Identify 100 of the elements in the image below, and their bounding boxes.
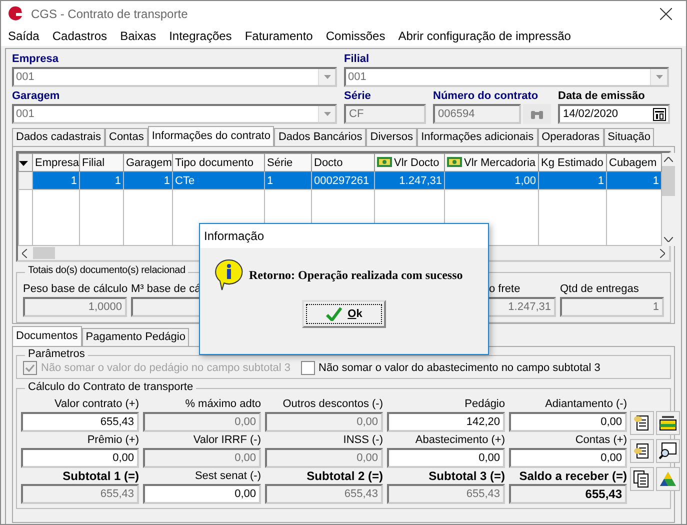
field-label: Qtd de entregas	[560, 282, 640, 297]
amount-field[interactable]: 0,00	[509, 448, 627, 468]
field-label: Série	[344, 89, 372, 104]
dropdown-arrow-icon	[324, 112, 330, 116]
series-field[interactable]: CF	[344, 104, 426, 124]
column-header[interactable]: Cubagem	[606, 154, 662, 172]
column-header[interactable]: Vlr Mercadoria	[444, 154, 538, 172]
table-cell: 1.247,31	[374, 172, 444, 190]
ok-button[interactable]: Ok	[302, 300, 386, 328]
menu-item[interactable]: Abrir configuração de impressão	[398, 29, 571, 43]
document-hand-icon	[633, 414, 651, 432]
table-cell: 1	[32, 172, 80, 190]
close-icon[interactable]	[660, 8, 672, 20]
column-header[interactable]: Série	[264, 154, 312, 172]
menu-item[interactable]: Saída	[8, 29, 40, 43]
field-label: Saldo a receber (=)	[518, 469, 627, 484]
tab[interactable]: Operadoras	[538, 128, 604, 146]
scroll-down-icon[interactable]	[664, 237, 673, 242]
scroll-right-icon[interactable]	[660, 248, 665, 258]
field-label: Pedágio	[464, 397, 505, 412]
field-label: Filial	[344, 52, 370, 67]
column-header[interactable]: Garagem	[124, 154, 172, 172]
money-icon	[447, 156, 462, 166]
branch-dropdown[interactable]: 001	[344, 67, 669, 87]
scroll-thumb[interactable]	[33, 247, 55, 259]
table-cell: 1	[538, 172, 606, 190]
field-label: Data de emissão	[558, 89, 646, 104]
scroll-left-icon[interactable]	[22, 248, 27, 258]
total-field[interactable]: 1	[560, 297, 664, 317]
dialog-title: Informação	[200, 224, 488, 248]
amount-field[interactable]: 0,00	[509, 412, 627, 432]
checkbox[interactable]: Não somar o valor do abastecimento no campo subtotal 3	[300, 361, 600, 375]
column-header[interactable]: Tipo documento	[172, 154, 264, 172]
tab[interactable]: Dados Bancários	[274, 128, 366, 146]
document-button[interactable]	[630, 439, 654, 463]
copy-button[interactable]	[630, 467, 654, 491]
tab[interactable]: Dados cadastrais	[12, 128, 105, 146]
field-label: Subtotal 1 (=)	[62, 469, 139, 484]
table-cell: 1	[264, 172, 312, 190]
amount-field[interactable]: 655,43	[21, 412, 139, 432]
calendar-icon[interactable]	[653, 108, 666, 120]
column-header[interactable]: Filial	[80, 154, 124, 172]
app-logo-icon	[7, 6, 23, 22]
checkmark-icon	[25, 364, 35, 372]
field-label: INSS (-)	[342, 433, 383, 448]
tab[interactable]: Pagamento Pedágio	[82, 328, 190, 346]
scroll-up-icon[interactable]	[664, 157, 673, 162]
money-icon	[377, 156, 392, 166]
amount-field[interactable]: 0,00	[387, 448, 505, 468]
magnifier-icon	[659, 442, 677, 460]
menu-item[interactable]: Comissões	[326, 29, 386, 43]
table-cell: 1,00	[444, 172, 538, 190]
binoculars-icon	[530, 108, 544, 120]
group-title: Parâmetros	[25, 348, 88, 360]
column-header[interactable]: Kg Estimado	[538, 154, 606, 172]
field-label: Subtotal 3 (=)	[428, 469, 505, 484]
field-label: Valor IRRF (-)	[192, 433, 261, 448]
tab[interactable]: Situação	[604, 128, 654, 146]
scroll-thumb[interactable]	[662, 166, 675, 196]
field-label: Outros descontos (-)	[282, 397, 383, 412]
tab[interactable]: Documentos	[12, 326, 82, 346]
column-header[interactable]: Vlr Docto	[374, 154, 444, 172]
tab[interactable]: Contas	[105, 128, 148, 146]
tab[interactable]: Informações do contrato	[148, 126, 274, 146]
menu-item[interactable]: Integrações	[169, 29, 232, 43]
ciot-button[interactable]	[656, 411, 680, 435]
message-text: Retorno: Operação realizada com sucesso	[249, 268, 463, 282]
field-label: Adiantamento (-)	[544, 397, 627, 412]
triangle-button[interactable]	[656, 467, 680, 491]
total-field[interactable]: 1,0000	[23, 297, 127, 317]
search-button[interactable]	[523, 104, 551, 124]
tab[interactable]: Diversos	[366, 128, 418, 146]
preview-button[interactable]	[656, 439, 680, 463]
card-icon	[659, 415, 677, 431]
tab[interactable]: Informações adicionais	[417, 128, 538, 146]
date-field[interactable]: 14/02/2020	[558, 104, 670, 124]
dropdown-arrow-icon[interactable]	[20, 160, 28, 166]
menu-item[interactable]: Cadastros	[52, 29, 108, 43]
checkmark-icon	[326, 307, 342, 321]
menu-item[interactable]: Faturamento	[244, 29, 313, 43]
column-header[interactable]: Docto	[312, 154, 374, 172]
info-icon	[214, 258, 244, 292]
amount-field[interactable]: 0,00	[21, 448, 139, 468]
field-label: Abastecimento (+)	[414, 433, 505, 448]
table-cell: CTe	[172, 172, 264, 190]
amount-field[interactable]: 142,20	[387, 412, 505, 432]
group-title: Cálculo do Contrato de transporte	[25, 381, 196, 393]
amount-field[interactable]: 0,00	[143, 484, 261, 504]
contract-number-field[interactable]: 006594	[433, 104, 521, 124]
triangle-icon	[659, 471, 677, 487]
pages-icon	[633, 470, 651, 488]
company-dropdown[interactable]: 001	[12, 67, 337, 87]
document-button[interactable]	[630, 411, 654, 435]
field-label: Contas (+)	[574, 433, 627, 448]
field-label: % máximo adto	[184, 397, 261, 412]
garage-dropdown[interactable]: 001	[12, 104, 337, 124]
field-label: Número do contrato	[433, 89, 540, 104]
menu-item[interactable]: Baixas	[120, 29, 156, 43]
field-label: Empresa	[12, 52, 60, 67]
field-label: o frete	[488, 282, 522, 297]
